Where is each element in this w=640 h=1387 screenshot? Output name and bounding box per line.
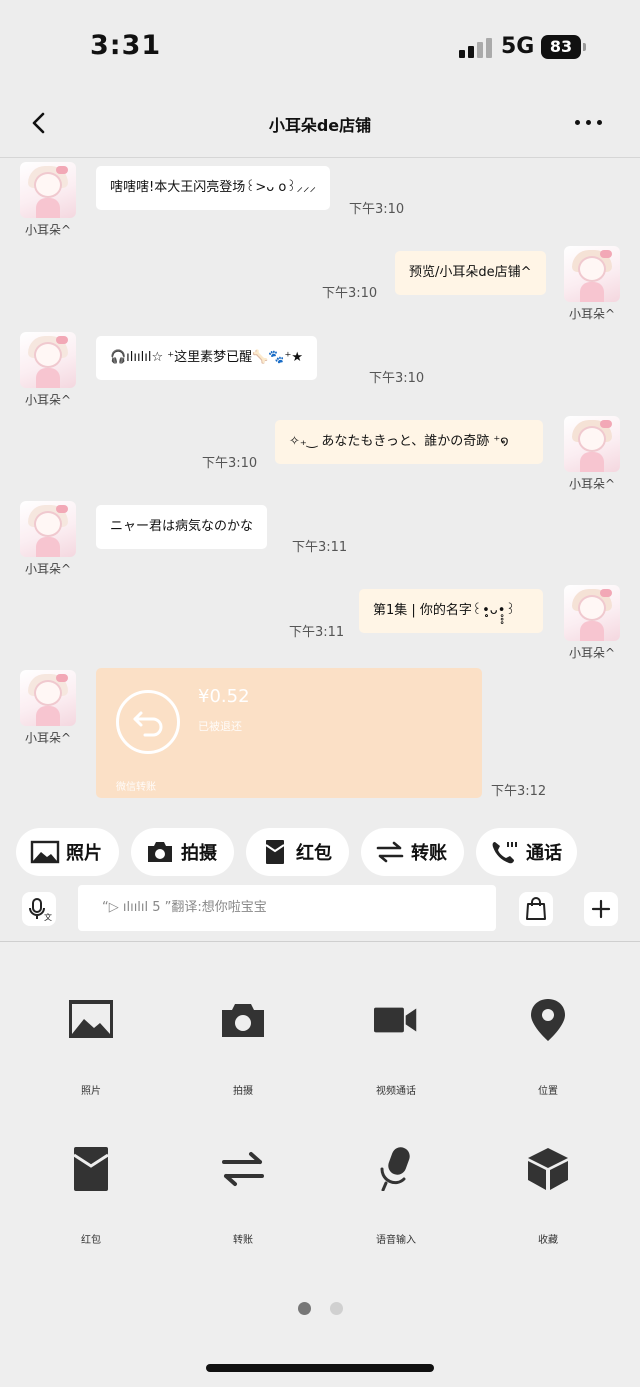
sender-name: 小耳朵^ (24, 223, 72, 237)
panel-item-label: 红包 (81, 1235, 101, 1246)
svg-text:文: 文 (44, 912, 52, 922)
battery-icon: 83 (541, 35, 587, 59)
panel-item-label: 转账 (233, 1235, 253, 1246)
home-indicator[interactable] (206, 1364, 434, 1372)
transfer-status: 已被退还 (198, 720, 242, 733)
sender-name: 小耳朵^ (24, 731, 72, 745)
panel-item-transfer[interactable]: 转账 (183, 1147, 303, 1267)
panel-item-label: 位置 (538, 1086, 558, 1097)
message-time: 下午3:12 (491, 784, 547, 799)
panel-item-label: 拍摄 (233, 1086, 253, 1097)
message-bubble[interactable]: 第1集 | 你的名字꒰•̥̥̥ᴗ•̥̥̥꒱ (359, 589, 543, 633)
plus-icon (591, 899, 611, 919)
input-row: 文 “▷ ılıılıl 5 ”翻译:想你啦宝宝 (0, 884, 640, 940)
panel-item-video-call[interactable]: 视频通话 (336, 998, 456, 1118)
sender-name: 小耳朵^ (568, 646, 616, 660)
panel-item-label: 视频通话 (376, 1086, 416, 1097)
avatar[interactable] (20, 501, 76, 557)
message-bubble[interactable]: ニャー君は病気なのかな (96, 505, 268, 549)
quick-action-label: 照片 (66, 843, 102, 864)
quick-action-label: 红包 (296, 843, 332, 864)
photo-icon (30, 840, 60, 864)
camera-icon (148, 842, 172, 862)
video-call-icon (374, 1007, 417, 1033)
sender-name: 小耳朵^ (24, 393, 72, 407)
avatar[interactable] (564, 585, 620, 641)
sender-name: 小耳朵^ (568, 307, 616, 321)
location-icon (531, 999, 565, 1041)
network-type: 5G (501, 34, 535, 59)
transfer-icon (222, 1152, 264, 1186)
message-bubble[interactable]: 🎧ılıılıl☆ ⁺这里素梦已醒🦴🐾⁺★ (96, 336, 318, 380)
quick-action-label: 通话 (526, 843, 562, 864)
avatar[interactable] (564, 246, 620, 302)
message-time: 下午3:10 (369, 371, 425, 386)
voice-translate-button[interactable]: 文 (22, 892, 56, 926)
microphone-icon (380, 1147, 410, 1191)
nav-bar: 小耳朵de店铺 (0, 98, 640, 158)
message-time: 下午3:10 (322, 286, 378, 301)
panel-item-red-packet[interactable]: 红包 (31, 1147, 151, 1267)
message-time: 下午3:11 (292, 540, 348, 555)
function-panel: 照片 拍摄 视频通话 位置 红包 转账 语音输入 收藏 (0, 942, 640, 1387)
page-dot[interactable] (330, 1302, 343, 1315)
status-bar: 3:31 5G 83 (0, 0, 640, 90)
message-bubble[interactable]: ✧₊‿ あなたもきっと、誰かの奇跡 ⁺໑ (275, 420, 543, 464)
message-input[interactable]: “▷ ılıılıl 5 ”翻译:想你啦宝宝 (78, 885, 496, 931)
message-time: 下午3:11 (289, 625, 345, 640)
avatar[interactable] (20, 670, 76, 726)
panel-item-voice-input[interactable]: 语音输入 (336, 1147, 456, 1267)
quick-transfer-button[interactable]: 转账 (361, 828, 464, 876)
favorites-cube-icon (528, 1148, 568, 1190)
panel-item-camera[interactable]: 拍摄 (183, 998, 303, 1118)
panel-item-label: 收藏 (538, 1235, 558, 1246)
sender-name: 小耳朵^ (24, 562, 72, 576)
transfer-icon (376, 841, 404, 863)
panel-item-label: 照片 (81, 1086, 101, 1097)
panel-item-favorites[interactable]: 收藏 (488, 1147, 608, 1267)
camera-icon (222, 1004, 264, 1037)
panel-item-location[interactable]: 位置 (488, 998, 608, 1118)
status-time: 3:31 (90, 30, 162, 61)
message-time: 下午3:10 (349, 202, 405, 217)
chat-messages[interactable]: 小耳朵^ 嗐嗐嗐!本大王闪亮登场꒰>ᴗ o꒱⸝⸝⸝ 下午3:10 小耳朵^ 预览… (0, 160, 640, 820)
transfer-card[interactable]: ¥0.52 已被退还 微信转账 (96, 668, 482, 798)
message-time: 下午3:10 (202, 456, 258, 471)
sender-name: 小耳朵^ (568, 477, 616, 491)
cellular-signal-icon (459, 38, 493, 58)
panel-item-photo[interactable]: 照片 (31, 998, 151, 1118)
quick-red-packet-button[interactable]: 红包 (246, 828, 349, 876)
avatar[interactable] (20, 332, 76, 388)
panel-item-label: 语音输入 (376, 1235, 416, 1246)
message-bubble[interactable]: 嗐嗐嗐!本大王闪亮登场꒰>ᴗ o꒱⸝⸝⸝ (96, 166, 330, 210)
message-bubble[interactable]: 预览/小耳朵de店铺^ (395, 251, 546, 295)
quick-action-label: 转账 (411, 843, 447, 864)
returned-arrow-icon (116, 690, 180, 754)
more-options-icon[interactable] (573, 120, 605, 128)
transfer-amount: ¥0.52 (198, 686, 250, 707)
store-button[interactable] (519, 892, 553, 926)
quick-actions-bar: 照片 拍摄 红包 转账 通话 (0, 822, 640, 882)
quick-call-button[interactable]: 通话 (476, 828, 577, 876)
page-dot-active[interactable] (298, 1302, 311, 1315)
page-indicator (298, 1302, 348, 1316)
transfer-brand: 微信转账 (116, 782, 156, 793)
avatar[interactable] (564, 416, 620, 472)
quick-action-label: 拍摄 (181, 843, 217, 864)
shopping-bag-icon (526, 897, 546, 920)
photo-icon (69, 1000, 113, 1038)
phone-icon (492, 842, 517, 864)
voice-translate-icon: 文 (29, 898, 52, 922)
more-functions-button[interactable] (584, 892, 618, 926)
quick-photo-button[interactable]: 照片 (16, 828, 119, 876)
battery-level: 83 (541, 35, 581, 59)
red-packet-icon (265, 840, 285, 864)
red-packet-icon (73, 1147, 109, 1191)
chat-title: 小耳朵de店铺 (268, 116, 372, 135)
avatar[interactable] (20, 162, 76, 218)
quick-camera-button[interactable]: 拍摄 (131, 828, 234, 876)
